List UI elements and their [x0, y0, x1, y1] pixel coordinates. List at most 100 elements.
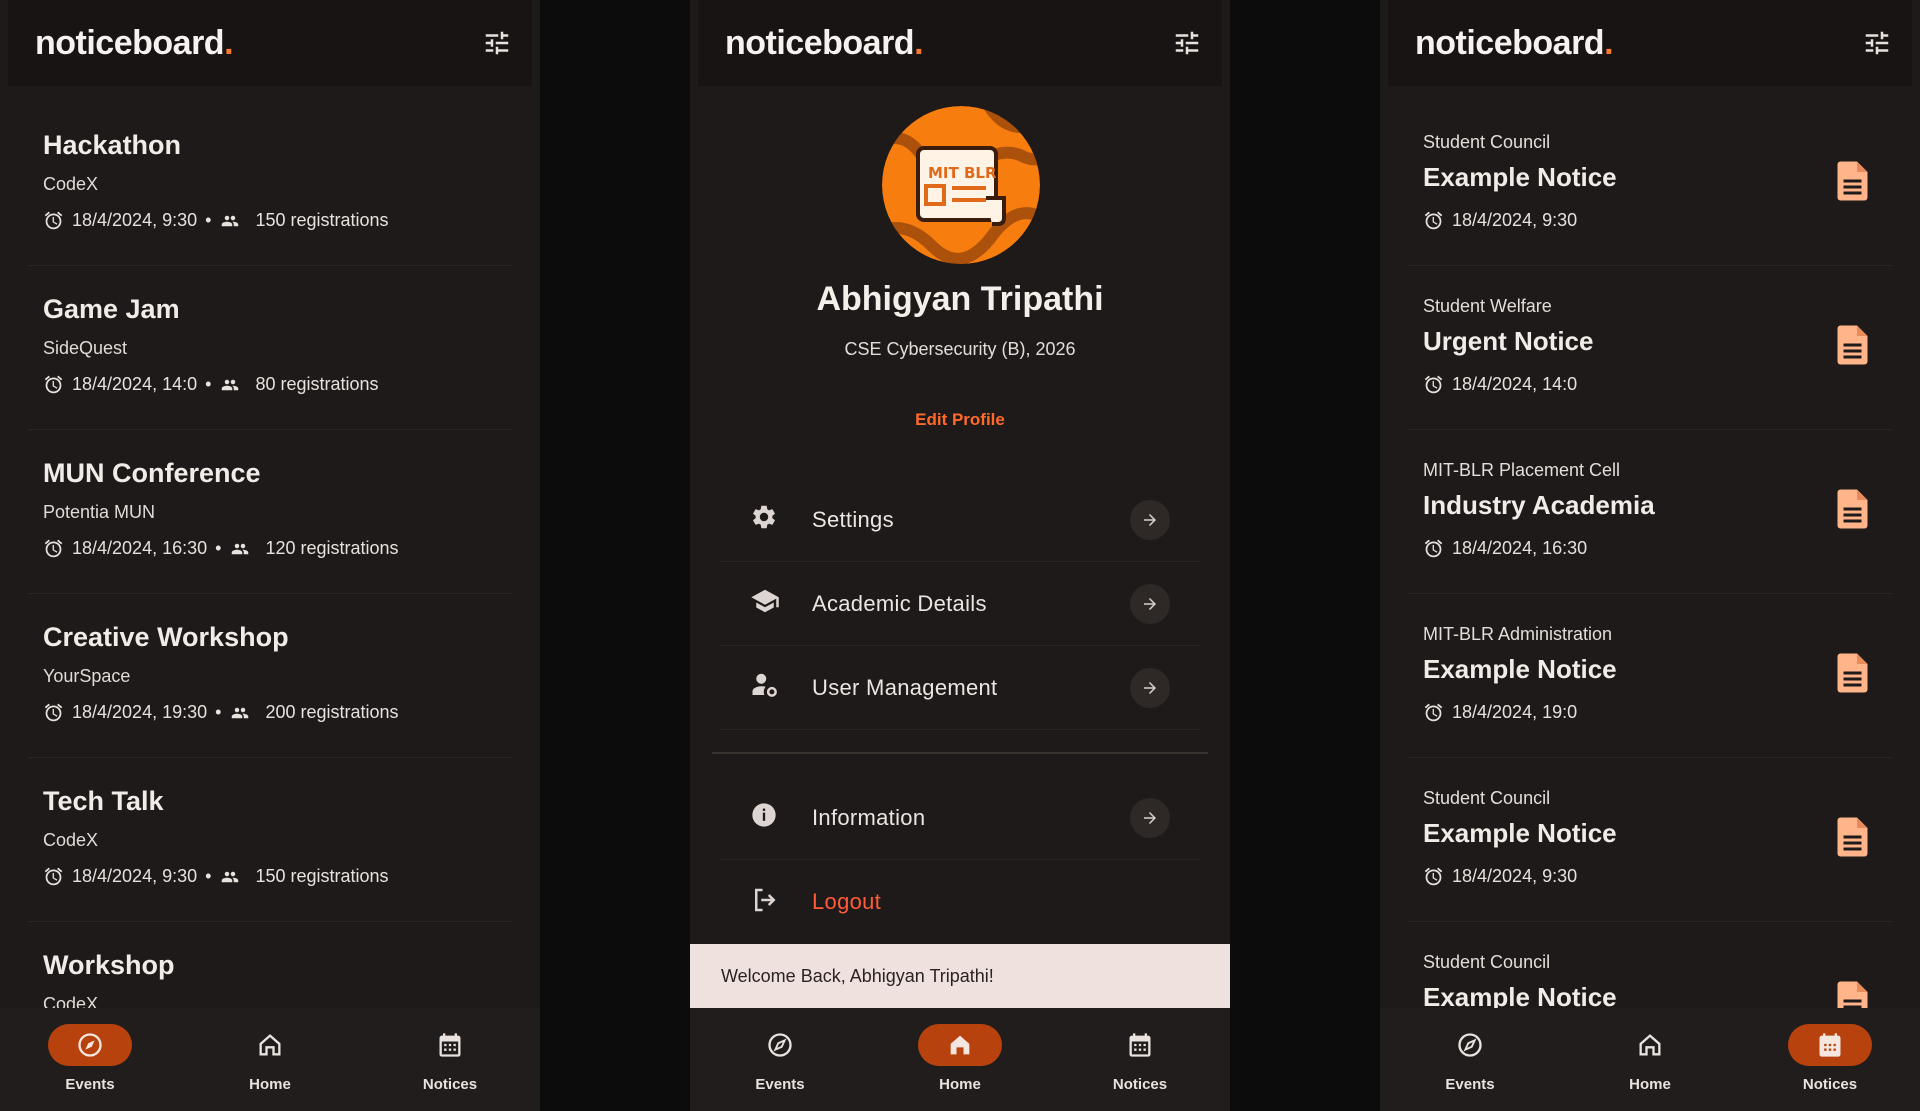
nav-label: Events: [65, 1076, 115, 1093]
menu-label: Academic Details: [812, 590, 987, 616]
filter-tune-icon[interactable]: [1172, 28, 1202, 58]
document-icon[interactable]: [1836, 652, 1872, 694]
compass-icon: [1458, 1033, 1482, 1057]
nav-notices[interactable]: Notices: [380, 1024, 520, 1093]
event-title: Creative Workshop: [43, 622, 289, 652]
notice-card[interactable]: MIT-BLR Administration Example Notice 18…: [1408, 594, 1892, 758]
calendar-icon: [1819, 1033, 1841, 1057]
alarm-icon: [44, 703, 63, 722]
nav-label: Notices: [1112, 1076, 1168, 1093]
event-registrations: 200 registrations: [265, 702, 399, 722]
nav-notices[interactable]: Notices: [1070, 1024, 1210, 1093]
event-title: Game Jam: [43, 294, 180, 324]
gear-icon: [753, 505, 775, 529]
nav-notices[interactable]: Notices: [1760, 1024, 1900, 1093]
avatar-logo-text: MIT BLR: [928, 164, 997, 182]
event-card[interactable]: MUN Conference Potentia MUN 18/4/2024, 1…: [28, 430, 512, 594]
separator-dot: •: [205, 210, 212, 230]
filter-tune-icon[interactable]: [1862, 28, 1892, 58]
people-icon: [222, 379, 239, 390]
event-card[interactable]: Creative Workshop YourSpace 18/4/2024, 1…: [28, 594, 512, 758]
compass-icon: [78, 1033, 102, 1057]
event-title: Workshop: [43, 950, 175, 980]
nav-home[interactable]: Home: [890, 1024, 1030, 1093]
app-bar: noticeboard.: [1388, 0, 1912, 86]
menu-user-management[interactable]: User Management: [720, 646, 1200, 730]
notice-card[interactable]: Student Council Example Notice 18/4/2024…: [1408, 102, 1892, 266]
arrow-forward-button[interactable]: [1130, 499, 1170, 540]
separator-dot: •: [205, 374, 212, 394]
people-icon: [222, 871, 239, 882]
menu-information[interactable]: Information: [720, 776, 1200, 860]
notice-card[interactable]: Student Council Example Notice 18/4/2024…: [1408, 758, 1892, 922]
app-logo: noticeboard.: [725, 23, 924, 62]
alarm-icon: [44, 211, 63, 230]
menu-label: User Management: [812, 674, 998, 700]
people-icon: [222, 215, 239, 226]
event-title: MUN Conference: [43, 458, 261, 488]
event-card[interactable]: Hackathon CodeX 18/4/2024, 9:30 • 150 reg…: [28, 102, 512, 266]
alarm-icon: [1424, 375, 1443, 394]
event-organizer: CodeX: [43, 830, 99, 850]
event-meta: 18/4/2024, 14:0 • 80 registrations: [43, 374, 379, 395]
nav-label: Events: [1445, 1076, 1495, 1093]
menu-label: Settings: [812, 506, 894, 532]
document-icon[interactable]: [1836, 324, 1872, 366]
document-icon[interactable]: [1836, 816, 1872, 858]
menu-label: Logout: [812, 889, 882, 914]
event-organizer: YourSpace: [43, 666, 131, 686]
nav-home[interactable]: Home: [1580, 1024, 1720, 1093]
event-card[interactable]: Game Jam SideQuest 18/4/2024, 14:0 • 80 r…: [28, 266, 512, 430]
event-datetime: 18/4/2024, 16:30: [72, 538, 208, 558]
menu-settings[interactable]: Settings: [720, 478, 1200, 562]
nav-events[interactable]: Events: [710, 1024, 850, 1093]
nav-label: Home: [939, 1076, 981, 1093]
menu-academic-details[interactable]: Academic Details: [720, 562, 1200, 646]
notice-datetime: 18/4/2024, 14:0: [1452, 374, 1578, 394]
alarm-icon: [1424, 703, 1443, 722]
notice-meta: 18/4/2024, 16:30: [1423, 538, 1587, 559]
event-meta: 18/4/2024, 9:30 • 150 registrations: [43, 866, 389, 887]
notice-list: Student Council Example Notice 18/4/2024…: [1408, 102, 1892, 1086]
info-icon: [752, 803, 776, 827]
event-registrations: 150 registrations: [255, 210, 389, 230]
event-datetime: 18/4/2024, 14:0: [72, 374, 198, 394]
arrow-forward-button[interactable]: [1130, 797, 1170, 838]
event-organizer: Potentia MUN: [43, 502, 156, 522]
app-bar: noticeboard.: [698, 0, 1222, 86]
edit-profile-button[interactable]: Edit Profile: [690, 410, 1230, 430]
notice-category: Student Council: [1423, 952, 1551, 972]
nav-home[interactable]: Home: [200, 1024, 340, 1093]
arrow-forward-button[interactable]: [1130, 583, 1170, 624]
filter-tune-icon[interactable]: [482, 28, 512, 58]
logout-button[interactable]: Logout: [720, 860, 1200, 944]
notice-card[interactable]: MIT-BLR Placement Cell Industry Academia…: [1408, 430, 1892, 594]
document-icon[interactable]: [1836, 160, 1872, 202]
menu-label: Information: [812, 804, 926, 830]
nav-label: Events: [755, 1076, 805, 1093]
arrow-right-icon: [1144, 513, 1156, 526]
event-card[interactable]: Tech Talk CodeX 18/4/2024, 9:30 • 150 reg…: [28, 758, 512, 922]
nav-events[interactable]: Events: [1400, 1024, 1540, 1093]
document-icon[interactable]: [1836, 488, 1872, 530]
alarm-icon: [44, 539, 63, 558]
app-logo: noticeboard.: [35, 23, 234, 62]
notice-category: MIT-BLR Placement Cell: [1423, 460, 1621, 480]
nav-events[interactable]: Events: [20, 1024, 160, 1093]
event-meta: 18/4/2024, 16:30 • 120 registrations: [43, 538, 399, 559]
event-datetime: 18/4/2024, 9:30: [72, 210, 198, 230]
event-organizer: CodeX: [43, 174, 99, 194]
event-registrations: 120 registrations: [265, 538, 399, 558]
notice-title: Urgent Notice: [1423, 326, 1594, 356]
separator-dot: •: [215, 702, 222, 722]
home-icon: [1639, 1034, 1661, 1056]
notice-datetime: 18/4/2024, 16:30: [1452, 538, 1588, 558]
notice-card[interactable]: Student Welfare Urgent Notice 18/4/2024,…: [1408, 266, 1892, 430]
calendar-icon: [1129, 1033, 1151, 1057]
home-screen: noticeboard. MIT BLR Abhigyan Tripathi C…: [690, 0, 1230, 1111]
event-list: Hackathon CodeX 18/4/2024, 9:30 • 150 reg…: [28, 102, 512, 1086]
nav-label: Home: [1629, 1076, 1671, 1093]
arrow-forward-button[interactable]: [1130, 667, 1170, 708]
logout-icon: [755, 888, 776, 911]
event-datetime: 18/4/2024, 19:30: [72, 702, 208, 722]
